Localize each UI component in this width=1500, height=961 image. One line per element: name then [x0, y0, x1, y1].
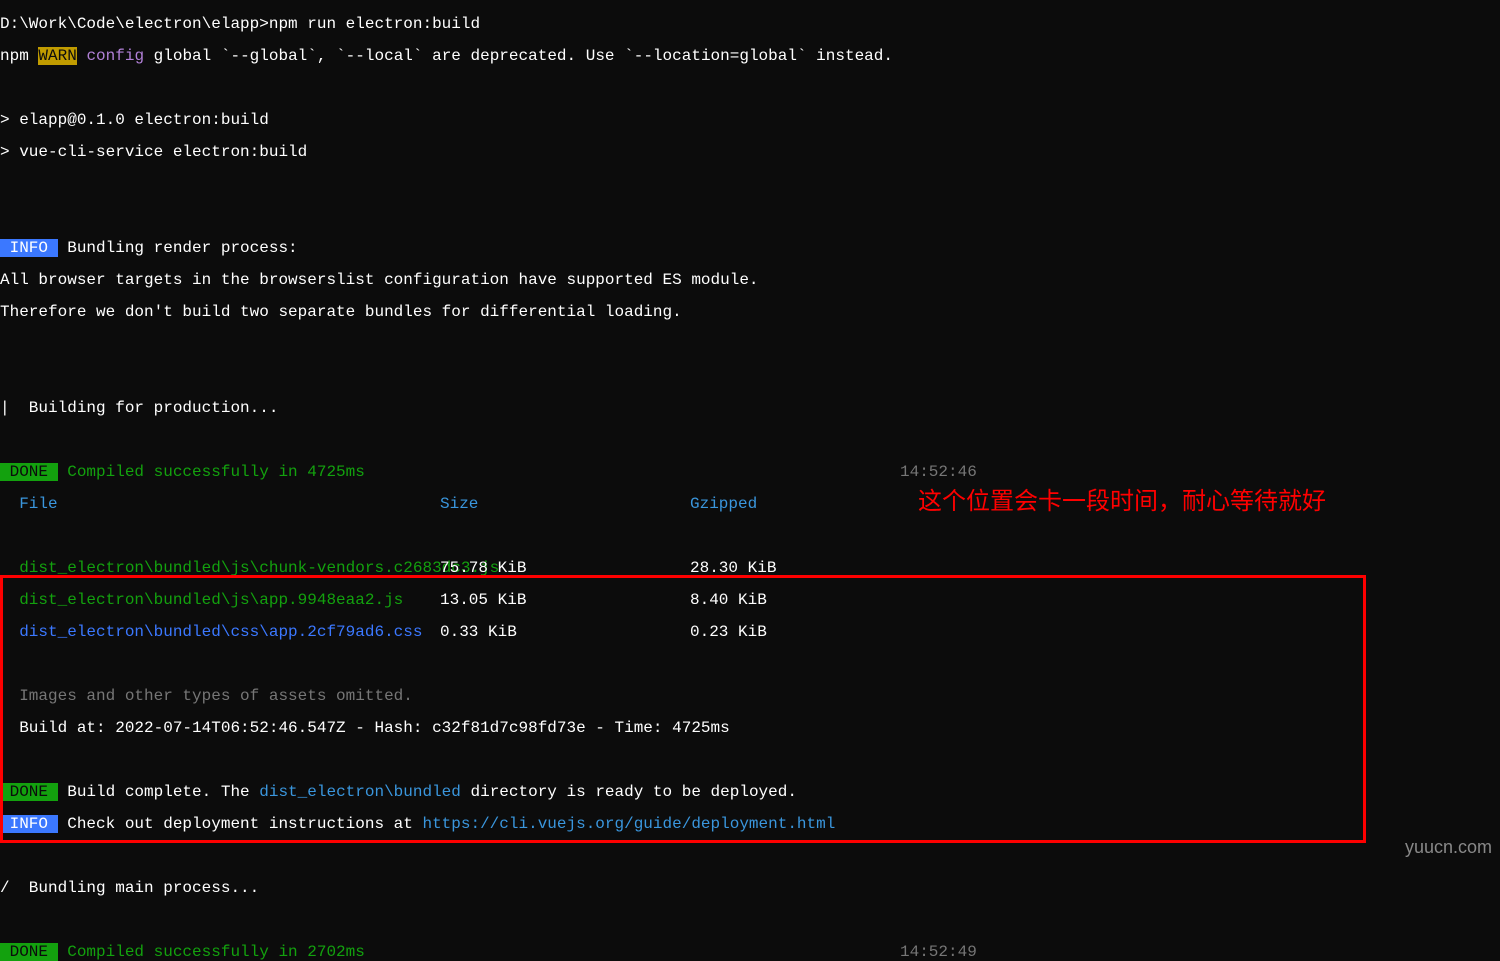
- info-badge: INFO: [0, 815, 58, 833]
- npm-warn: npm WARN config global `--global`, `--lo…: [0, 48, 1500, 64]
- annotation-text: 这个位置会卡一段时间，耐心等待就好: [918, 485, 1358, 519]
- done-badge: DONE: [0, 783, 58, 801]
- table-row: dist_electron\bundled\js\app.9948eaa2.js…: [0, 592, 1500, 608]
- prompt-line: D:\Work\Code\electron\elapp>npm run elec…: [0, 16, 1500, 32]
- info-bundling: INFO Bundling render process:: [0, 240, 1500, 256]
- info-badge: INFO: [0, 239, 58, 257]
- terminal-output[interactable]: D:\Work\Code\electron\elapp>npm run elec…: [0, 0, 1500, 961]
- done-compiled-2: DONE Compiled successfully in 2702ms14:5…: [0, 944, 1500, 960]
- timestamp: 14:52:46: [900, 464, 977, 480]
- done-build-complete: DONE Build complete. The dist_electron\b…: [0, 784, 1500, 800]
- done-compiled-1: DONE Compiled successfully in 4725ms14:5…: [0, 464, 1500, 480]
- script-header: > vue-cli-service electron:build: [0, 144, 1500, 160]
- warn-badge: WARN: [38, 47, 76, 65]
- watermark: yuucn.com: [1405, 838, 1492, 856]
- done-badge: DONE: [0, 943, 58, 961]
- info-deployment: INFO Check out deployment instructions a…: [0, 816, 1500, 832]
- building-spinner: | Building for production...: [0, 400, 1500, 416]
- table-row: dist_electron\bundled\css\app.2cf79ad6.c…: [0, 624, 1500, 640]
- build-summary: Build at: 2022-07-14T06:52:46.547Z - Has…: [0, 720, 1500, 736]
- done-badge: DONE: [0, 463, 58, 481]
- timestamp: 14:52:49: [900, 944, 977, 960]
- table-row: dist_electron\bundled\js\chunk-vendors.c…: [0, 560, 1500, 576]
- bundling-main: / Bundling main process...: [0, 880, 1500, 896]
- assets-omitted: Images and other types of assets omitted…: [0, 688, 1500, 704]
- script-header: > elapp@0.1.0 electron:build: [0, 112, 1500, 128]
